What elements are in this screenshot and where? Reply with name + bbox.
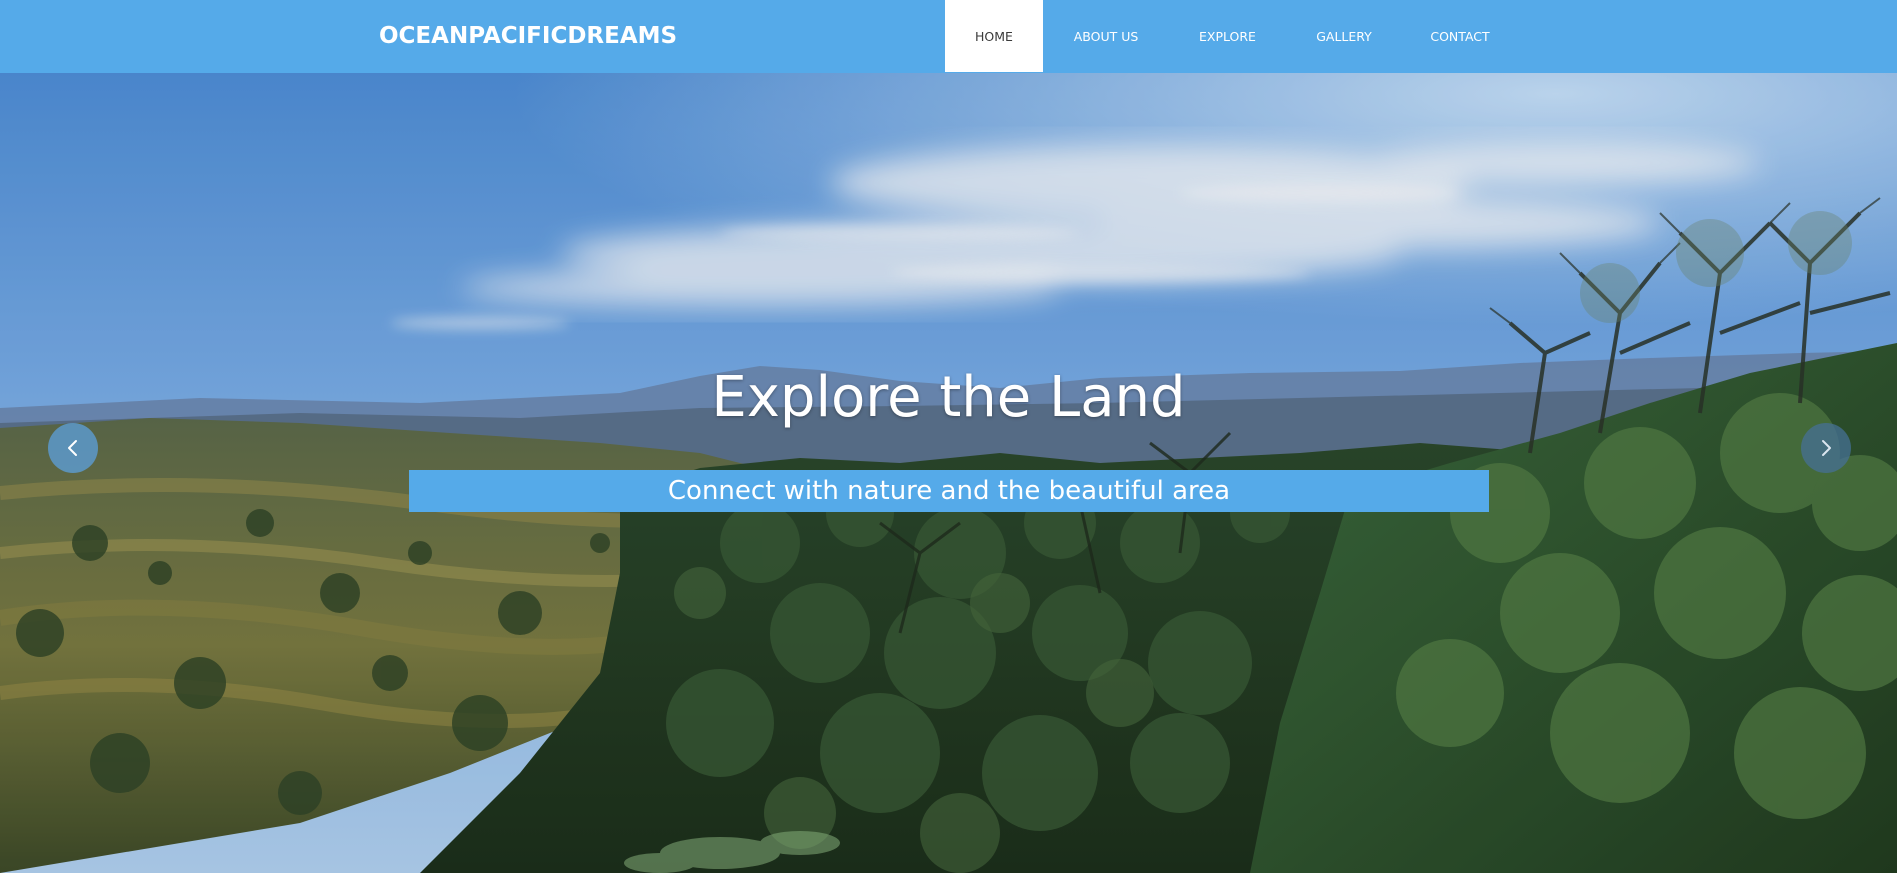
navbar: OCEANPACIFICDREAMS HOME ABOUT US EXPLORE… xyxy=(0,0,1897,73)
main-nav: HOME ABOUT US EXPLORE GALLERY CONTACT xyxy=(945,0,1518,72)
chevron-left-icon xyxy=(68,440,77,456)
nav-explore[interactable]: EXPLORE xyxy=(1169,0,1286,72)
nav-contact[interactable]: CONTACT xyxy=(1402,0,1518,72)
nav-home[interactable]: HOME xyxy=(945,0,1043,72)
carousel-next-button[interactable] xyxy=(1801,423,1851,473)
chevron-right-icon xyxy=(1822,440,1831,456)
nav-gallery[interactable]: GALLERY xyxy=(1286,0,1402,72)
carousel-prev-button[interactable] xyxy=(48,423,98,473)
nav-about-us[interactable]: ABOUT US xyxy=(1043,0,1169,72)
slide-title: Explore the Land xyxy=(711,365,1186,430)
brand-logo[interactable]: OCEANPACIFICDREAMS xyxy=(379,21,677,51)
slide-subtitle: Connect with nature and the beautiful ar… xyxy=(667,476,1231,506)
hero-carousel: Explore the Land Connect with nature and… xyxy=(0,73,1897,873)
